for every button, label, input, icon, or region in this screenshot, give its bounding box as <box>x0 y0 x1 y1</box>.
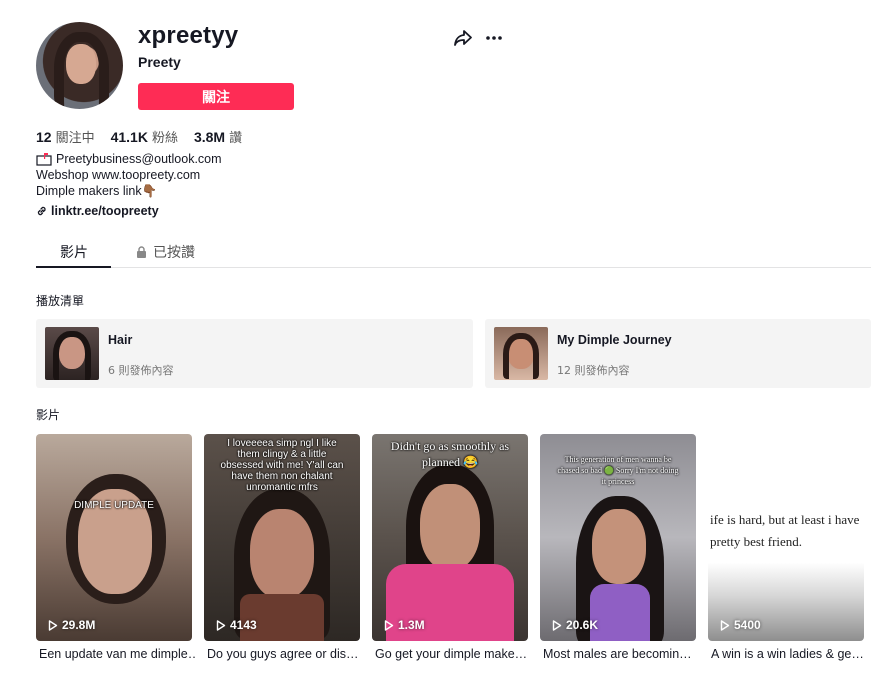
profile-stats: 12 關注中 41.1K 粉絲 3.8M 讚 <box>36 127 242 146</box>
playlist-title: Hair <box>108 333 133 347</box>
video-overlay-text: ife is hard, but at least i have pretty … <box>710 512 860 549</box>
play-icon <box>720 619 730 631</box>
bio: Preetybusiness@outlook.com Webshop www.t… <box>36 151 222 199</box>
video-overlay-text: I loveeeea simp ngl I like them clingy &… <box>220 438 344 493</box>
play-icon <box>216 619 226 631</box>
videos-heading: 影片 <box>36 408 61 422</box>
video-caption[interactable]: A win is a win ladies & ge… <box>711 647 867 661</box>
video-views: 5400 <box>720 618 761 632</box>
link-icon <box>37 206 46 216</box>
video-card[interactable]: This generation of men wanna be chased s… <box>540 434 696 641</box>
share-icon[interactable] <box>453 29 473 47</box>
bio-link[interactable]: linktr.ee/toopreety <box>36 204 159 218</box>
video-caption[interactable]: Een update van me dimple… <box>39 647 195 661</box>
bio-email: Preetybusiness@outlook.com <box>56 152 222 166</box>
video-views: 4143 <box>216 618 257 632</box>
play-icon <box>384 619 394 631</box>
tab-videos[interactable]: 影片 <box>60 242 88 262</box>
playlist-card-hair[interactable]: Hair 6 則發佈內容 <box>36 319 473 388</box>
video-overlay-text: This generation of men wanna be chased s… <box>557 455 679 486</box>
nickname: Preety <box>138 54 181 70</box>
play-icon <box>552 619 562 631</box>
playlist-count: 6 則發佈內容 <box>108 364 174 377</box>
video-card[interactable]: Didn't go as smoothly as planned 😂 1.3M <box>372 434 528 641</box>
playlists-heading: 播放清單 <box>36 294 85 308</box>
video-views: 20.6K <box>552 618 598 632</box>
video-views: 29.8M <box>48 618 95 632</box>
playlist-title: My Dimple Journey <box>557 333 672 347</box>
video-caption[interactable]: Do you guys agree or dis… <box>207 647 363 661</box>
playlist-thumbnail <box>494 327 548 380</box>
avatar[interactable] <box>36 22 123 109</box>
playlist-thumbnail <box>45 327 99 380</box>
video-caption[interactable]: Go get your dimple make… <box>375 647 531 661</box>
bio-dimple: Dimple makers link👇🏾 <box>36 184 158 198</box>
profile-tabs: 影片 已按讚 <box>36 236 871 268</box>
mailbox-icon <box>36 153 52 166</box>
video-card[interactable]: DIMPLE UPDATE 29.8M <box>36 434 192 641</box>
more-icon[interactable] <box>484 29 504 47</box>
video-overlay-text: Didn't go as smoothly as planned 😂 <box>390 439 510 469</box>
video-caption[interactable]: Most males are becomin… <box>543 647 699 661</box>
video-overlay-text: DIMPLE UPDATE <box>74 500 154 511</box>
tab-liked[interactable]: 已按讚 <box>136 242 195 262</box>
following-stat[interactable]: 12 關注中 <box>36 127 95 146</box>
playlist-count: 12 則發佈內容 <box>557 364 630 377</box>
active-tab-indicator <box>36 266 111 268</box>
username: xpreetyy <box>138 22 239 49</box>
video-card[interactable]: ife is hard, but at least i have pretty … <box>708 434 864 641</box>
likes-stat: 3.8M 讚 <box>193 129 243 146</box>
video-card[interactable]: I loveeeea simp ngl I like them clingy &… <box>204 434 360 641</box>
video-views: 1.3M <box>384 618 425 632</box>
lock-icon <box>137 246 146 258</box>
follow-button[interactable]: 關注 <box>138 83 294 110</box>
followers-stat[interactable]: 41.1K 粉絲 <box>111 127 178 146</box>
play-icon <box>48 619 58 631</box>
playlist-card-dimple-journey[interactable]: My Dimple Journey 12 則發佈內容 <box>485 319 871 388</box>
bio-webshop: Webshop www.toopreety.com <box>36 168 201 182</box>
